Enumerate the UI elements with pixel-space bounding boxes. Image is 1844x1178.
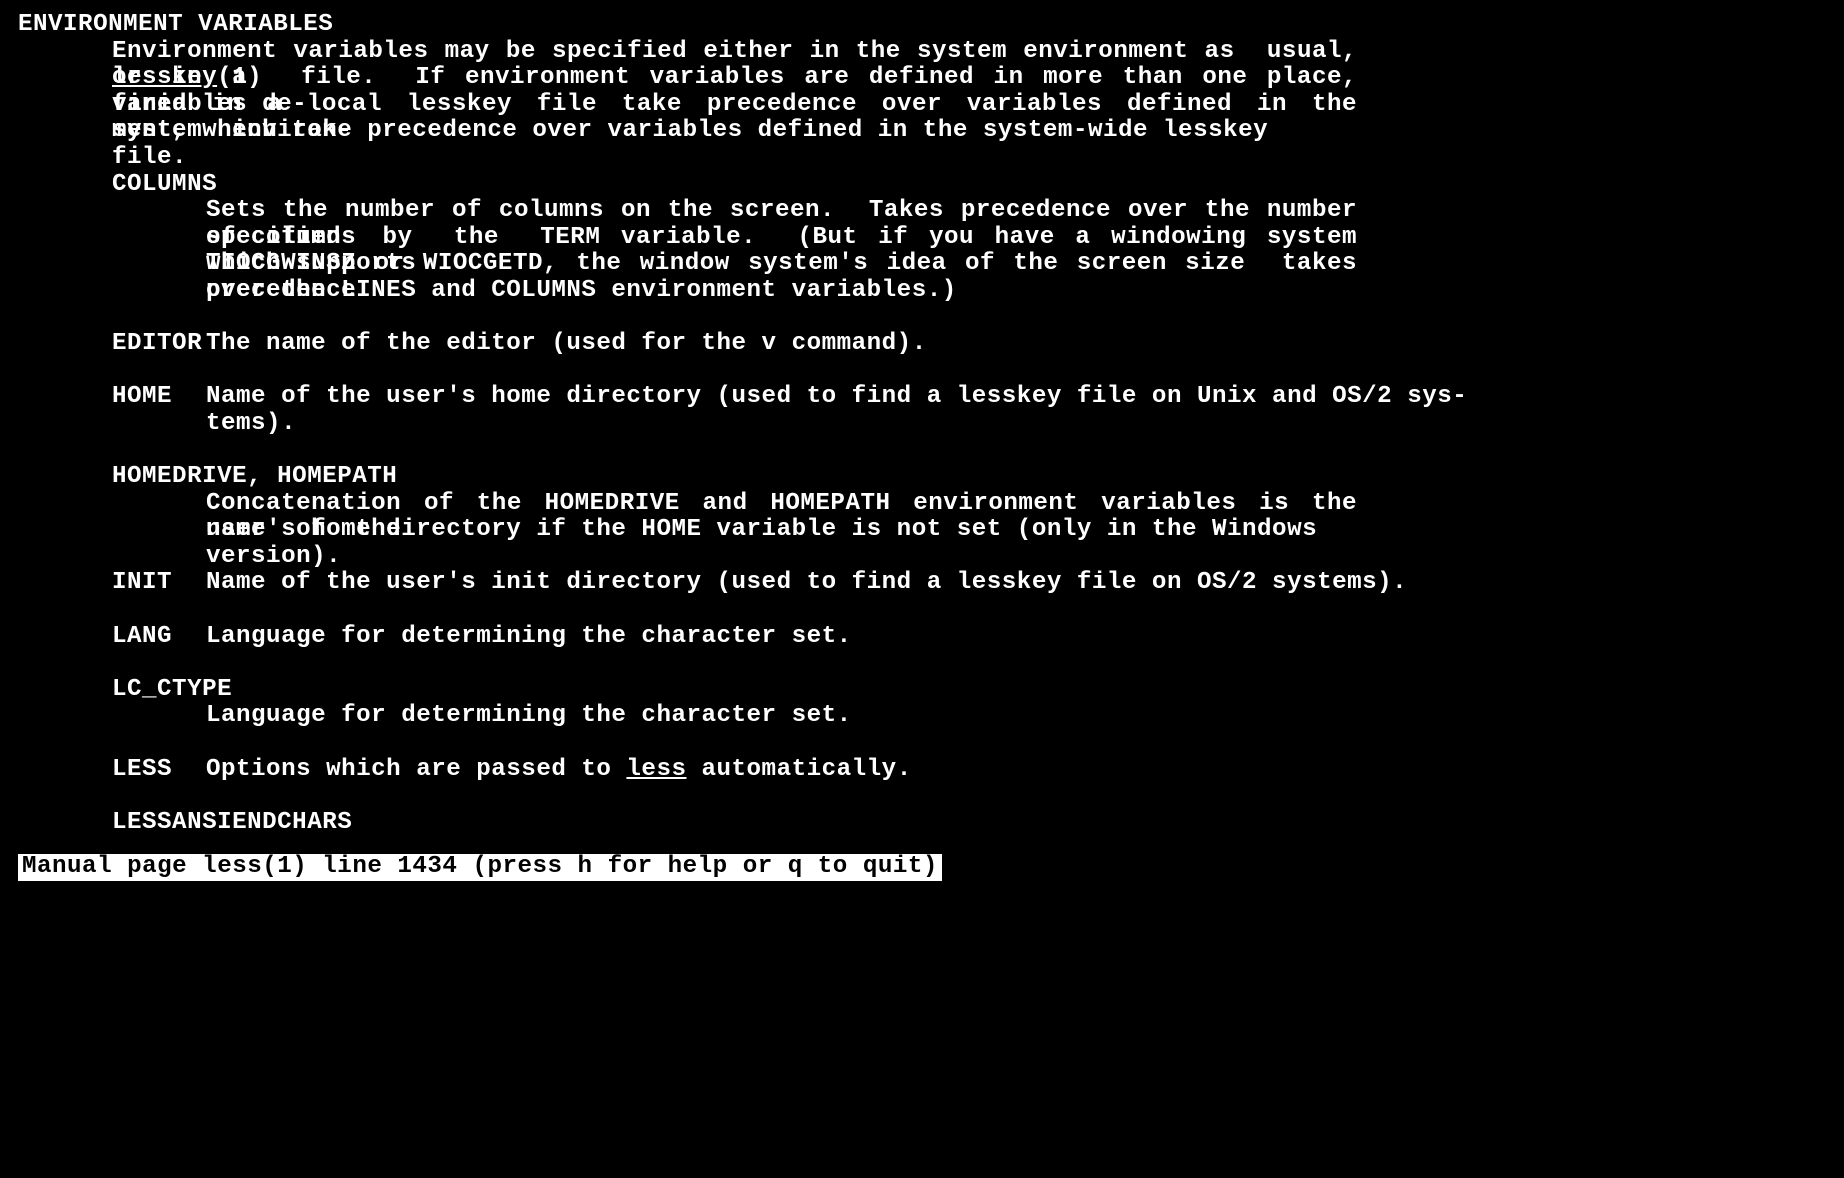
intro-line-1: Environment variables may be specified e…	[112, 39, 1357, 66]
var-editor: EDITOR The name of the editor (used for …	[112, 331, 1844, 358]
var-lang: LANG Language for determining the charac…	[112, 624, 1844, 651]
intro-line-2: lesskey(1) file. If environment variable…	[112, 65, 1357, 92]
var-less-name: LESS	[112, 757, 206, 784]
var-homedrive-desc-1: Concatenation of the HOMEDRIVE and HOMEP…	[206, 491, 1357, 518]
var-lang-desc: Language for determining the character s…	[206, 624, 1844, 651]
pager-status-bar[interactable]: Manual page less(1) line 1434 (press h f…	[18, 854, 942, 881]
var-homedrive-desc-2: user's home directory if the HOME variab…	[206, 517, 1357, 544]
section-header: ENVIRONMENT VARIABLES	[18, 12, 1844, 39]
var-home-desc-1: Name of the user's home directory (used …	[206, 384, 1844, 411]
var-homedrive-name: HOMEDRIVE, HOMEPATH	[112, 464, 1844, 491]
var-lcctype-desc: Language for determining the character s…	[206, 703, 1357, 730]
var-columns-desc-2: specified by the TERM variable. (But if …	[206, 225, 1357, 252]
var-columns-name: COLUMNS	[112, 172, 1844, 199]
var-init-desc: Name of the user's init directory (used …	[206, 570, 1844, 597]
var-columns-desc-1: Sets the number of columns on the screen…	[206, 198, 1357, 225]
intro-line-3: fined in a local lesskey file take prece…	[112, 92, 1357, 119]
var-home-name: HOME	[112, 384, 206, 411]
var-columns-desc-4: over the LINES and COLUMNS environment v…	[206, 278, 1357, 305]
var-home-desc-2: tems).	[206, 411, 1357, 438]
less-link: less	[626, 756, 686, 783]
intro-line-4: ment, which take precedence over variabl…	[112, 118, 1357, 145]
var-lang-name: LANG	[112, 624, 206, 651]
var-lcctype-name: LC_CTYPE	[112, 677, 1844, 704]
var-home: HOME Name of the user's home directory (…	[112, 384, 1844, 411]
var-less: LESS Options which are passed to less au…	[112, 757, 1844, 784]
var-init: INIT Name of the user's init directory (…	[112, 570, 1844, 597]
var-init-name: INIT	[112, 570, 206, 597]
var-editor-name: EDITOR	[112, 331, 206, 358]
var-columns-desc-3: TIOCGWINSZ or WIOCGETD, the window syste…	[206, 251, 1357, 278]
lesskey-link: lesskey	[112, 64, 217, 91]
var-less-desc: Options which are passed to less automat…	[206, 757, 1844, 784]
man-page-viewport[interactable]: ENVIRONMENT VARIABLES Environment variab…	[0, 0, 1844, 836]
var-editor-desc: The name of the editor (used for the v c…	[206, 331, 1844, 358]
var-lessansiendchars-name: LESSANSIENDCHARS	[112, 810, 1844, 837]
